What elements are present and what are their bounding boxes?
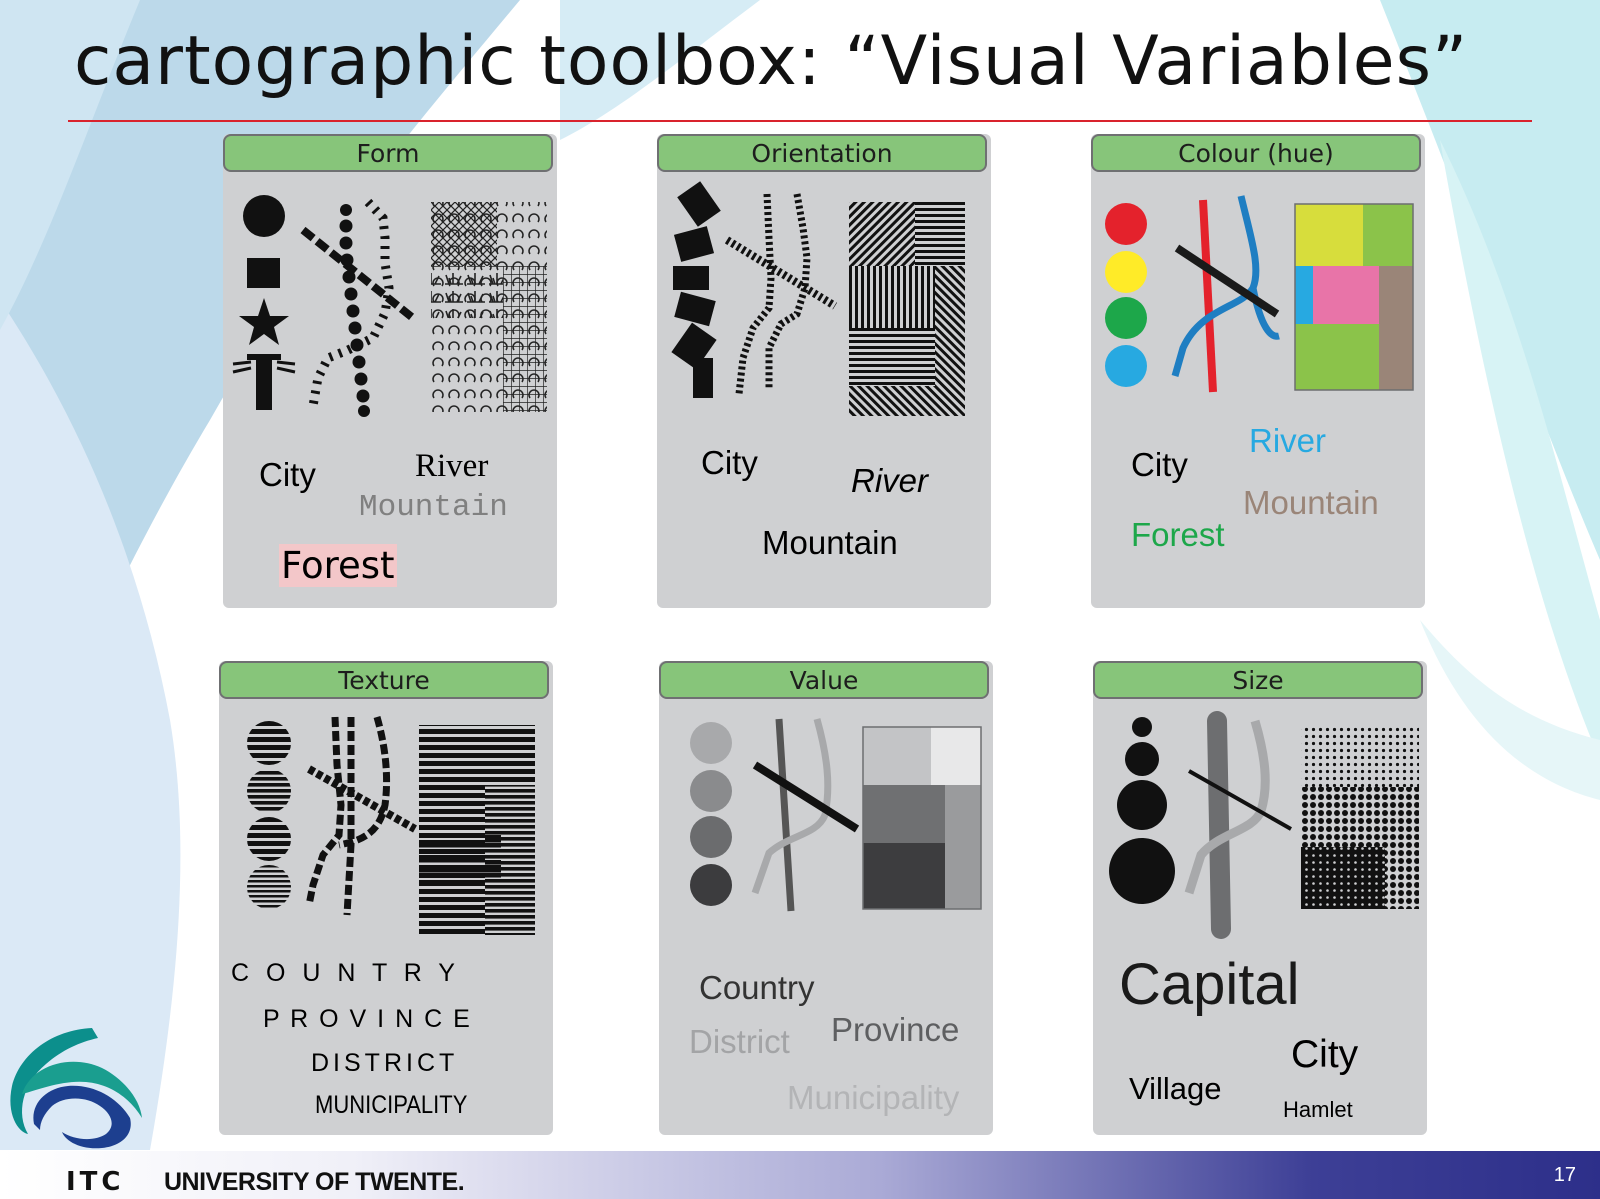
slide-title: cartographic toolbox: “Visual Variables” xyxy=(74,22,1469,101)
size-label-capital: Capital xyxy=(1119,952,1300,1017)
value-label-district: District xyxy=(689,1023,790,1060)
texture-label-province: P R O V I N C E xyxy=(263,1005,471,1033)
form-label-river: River xyxy=(415,448,489,484)
panel-texture-header: Texture xyxy=(219,661,549,699)
value-symbols xyxy=(690,718,982,912)
itc-logo xyxy=(10,1028,142,1149)
value-label-province: Province xyxy=(831,1011,960,1048)
panel-value: Value Country District Province Municipa… xyxy=(659,661,993,1135)
form-symbols xyxy=(232,195,547,417)
panel-value-header: Value xyxy=(659,661,989,699)
value-label-municipality: Municipality xyxy=(787,1079,960,1116)
colour-label-forest: Forest xyxy=(1131,516,1225,553)
title-rule xyxy=(68,120,1532,122)
form-label-mountain: Mountain xyxy=(359,490,508,525)
colour-label-river: River xyxy=(1249,422,1327,459)
texture-symbols xyxy=(247,716,535,935)
value-label-country: Country xyxy=(699,969,815,1006)
size-symbols xyxy=(1109,711,1419,939)
orientation-symbols xyxy=(671,181,965,416)
panel-size: Size Capital City Village Hamlet xyxy=(1093,661,1427,1135)
form-label-city: City xyxy=(259,456,316,493)
texture-label-country: C O U N T R Y xyxy=(231,959,457,987)
form-label-forest: Forest xyxy=(279,544,397,587)
size-label-city: City xyxy=(1291,1033,1359,1076)
page-number: 17 xyxy=(1553,1164,1576,1186)
texture-label-district: DISTRICT xyxy=(311,1049,459,1077)
panel-orientation: Orientation City River Mountain xyxy=(657,134,991,608)
texture-label-municipality: MUNICIPALITY xyxy=(315,1091,468,1119)
orientation-label-river: River xyxy=(851,462,929,499)
orientation-label-mountain: Mountain xyxy=(762,524,898,561)
panel-colour-header: Colour (hue) xyxy=(1091,134,1421,172)
itc-wordmark: ITC xyxy=(66,1167,125,1197)
orientation-label-city: City xyxy=(701,444,758,481)
university-name: UNIVERSITY OF TWENTE. xyxy=(164,1168,465,1196)
panel-size-header: Size xyxy=(1093,661,1423,699)
panel-colour: Colour (hue) River City Mountain Forest xyxy=(1091,134,1425,608)
size-label-hamlet: Hamlet xyxy=(1283,1097,1353,1122)
colour-symbols xyxy=(1105,195,1414,393)
panel-form-header: Form xyxy=(223,134,553,172)
panel-texture: Texture C O U N T R Y P R O V I N C E DI… xyxy=(219,661,553,1135)
colour-label-mountain: Mountain xyxy=(1243,484,1379,521)
colour-label-city: City xyxy=(1131,446,1188,483)
panel-orientation-header: Orientation xyxy=(657,134,987,172)
panel-form: Form City River Mountain Forest xyxy=(223,134,557,608)
size-label-village: Village xyxy=(1129,1071,1222,1106)
